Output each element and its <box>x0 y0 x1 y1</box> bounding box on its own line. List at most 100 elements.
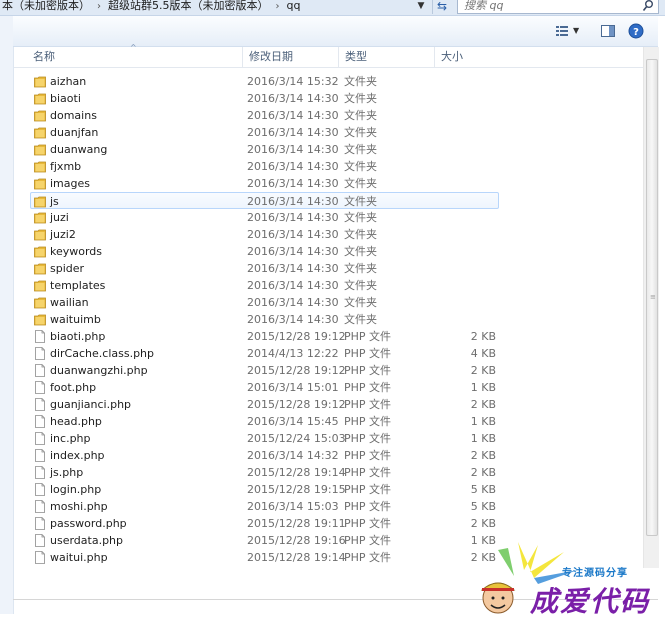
folder-row[interactable]: juzi 2016/3/14 14:30 文件夹 <box>14 209 642 226</box>
file-date: 2016/3/14 14:30 <box>247 211 339 224</box>
file-type: PHP 文件 <box>344 398 392 411</box>
file-list[interactable]: aizhan 2016/3/14 15:32 文件夹 biaoti 2016/3/14 … <box>14 73 642 568</box>
breadcrumb-item-parent[interactable]: 本（未加密版本） <box>2 0 90 13</box>
search-input[interactable] <box>464 0 624 13</box>
breadcrumb-separator[interactable]: › <box>269 0 287 14</box>
views-icon[interactable] <box>554 22 570 40</box>
file-size: 2 KB <box>470 517 496 530</box>
views-dropdown-icon[interactable]: ▼ <box>573 22 583 40</box>
file-size: 2 KB <box>470 466 496 479</box>
php-file-icon <box>34 551 46 564</box>
address-bar[interactable]: 本（未加密版本） › 超级站群5.5版本（未加密版本） › qq ▼ ⇆ <box>0 0 665 16</box>
folder-row[interactable]: keywords 2016/3/14 14:30 文件夹 <box>14 243 642 260</box>
file-row[interactable]: guanjianci.php 2015/12/28 19:12 PHP 文件 2 KB <box>14 396 642 413</box>
file-type: PHP 文件 <box>344 551 392 564</box>
breadcrumb-item-project[interactable]: 超级站群5.5版本（未加密版本） <box>108 0 269 13</box>
column-header-date[interactable]: 修改日期 <box>242 47 338 67</box>
file-name: userdata.php <box>50 534 124 547</box>
file-date: 2016/3/14 14:30 <box>247 245 339 258</box>
file-row[interactable]: duanwangzhi.php 2015/12/28 19:12 PHP 文件 2 K… <box>14 362 642 379</box>
folder-row[interactable]: fjxmb 2016/3/14 14:30 文件夹 <box>14 158 642 175</box>
file-name: waitui.php <box>50 551 108 564</box>
file-name: index.php <box>50 449 105 462</box>
file-date: 2016/3/14 14:30 <box>247 160 339 173</box>
column-header-type[interactable]: 类型 <box>338 47 434 67</box>
file-type: 文件夹 <box>344 262 377 275</box>
file-date: 2016/3/14 14:30 <box>247 296 339 309</box>
folder-row[interactable]: js 2016/3/14 14:30 文件夹 <box>30 192 499 209</box>
file-name: wailian <box>50 296 89 309</box>
file-type: PHP 文件 <box>344 449 392 462</box>
scrollbar-thumb[interactable]: ≡ <box>646 59 658 536</box>
column-header-size[interactable]: 大小 <box>434 47 514 67</box>
file-size: 2 KB <box>470 364 496 377</box>
folder-row[interactable]: juzi2 2016/3/14 14:30 文件夹 <box>14 226 642 243</box>
folder-row[interactable]: biaoti 2016/3/14 14:30 文件夹 <box>14 90 642 107</box>
file-date: 2016/3/14 15:32 <box>247 75 339 88</box>
php-file-icon <box>34 517 46 530</box>
folder-row[interactable]: spider 2016/3/14 14:30 文件夹 <box>14 260 642 277</box>
file-row[interactable]: biaoti.php 2015/12/28 19:12 PHP 文件 2 KB <box>14 328 642 345</box>
file-row[interactable]: login.php 2015/12/28 19:15 PHP 文件 5 KB <box>14 481 642 498</box>
folder-icon <box>34 109 46 122</box>
file-row[interactable]: head.php 2016/3/14 15:45 PHP 文件 1 KB <box>14 413 642 430</box>
vertical-scrollbar[interactable]: ≡ <box>643 47 659 568</box>
file-type: PHP 文件 <box>344 330 392 343</box>
php-file-icon <box>34 483 46 496</box>
folder-icon <box>34 195 46 208</box>
file-row[interactable]: inc.php 2015/12/24 15:03 PHP 文件 1 KB <box>14 430 642 447</box>
folder-icon <box>34 245 46 258</box>
help-icon[interactable]: ? <box>628 22 644 40</box>
file-type: PHP 文件 <box>344 415 392 428</box>
folder-row[interactable]: duanjfan 2016/3/14 14:30 文件夹 <box>14 124 642 141</box>
svg-text:?: ? <box>633 27 639 38</box>
file-row[interactable]: dirCache.class.php 2014/4/13 12:22 PHP 文件 4… <box>14 345 642 362</box>
file-size: 4 KB <box>470 347 496 360</box>
search-icon[interactable] <box>642 0 654 13</box>
folder-icon <box>34 126 46 139</box>
php-file-icon <box>34 466 46 479</box>
scrollbar-grip-icon: ≡ <box>650 293 656 301</box>
file-name: biaoti <box>50 92 81 105</box>
file-row[interactable]: moshi.php 2016/3/14 15:03 PHP 文件 5 KB <box>14 498 642 515</box>
file-type: PHP 文件 <box>344 534 392 547</box>
breadcrumb-separator[interactable]: › <box>90 0 108 14</box>
folder-row[interactable]: domains 2016/3/14 14:30 文件夹 <box>14 107 642 124</box>
breadcrumb-item-current[interactable]: qq <box>287 0 301 13</box>
php-file-icon <box>34 432 46 445</box>
file-date: 2016/3/14 15:03 <box>247 500 339 513</box>
folder-icon <box>34 92 46 105</box>
file-type: 文件夹 <box>344 177 377 190</box>
folder-icon <box>34 160 46 173</box>
folder-icon <box>34 211 46 224</box>
folder-row[interactable]: templates 2016/3/14 14:30 文件夹 <box>14 277 642 294</box>
file-type: 文件夹 <box>344 160 377 173</box>
file-row[interactable]: index.php 2016/3/14 14:32 PHP 文件 2 KB <box>14 447 642 464</box>
folder-row[interactable]: aizhan 2016/3/14 15:32 文件夹 <box>14 73 642 90</box>
file-row[interactable]: foot.php 2016/3/14 15:01 PHP 文件 1 KB <box>14 379 642 396</box>
php-file-icon <box>34 347 46 360</box>
refresh-icon[interactable]: ⇆ <box>432 0 451 14</box>
file-name: keywords <box>50 245 103 258</box>
file-name: images <box>50 177 90 190</box>
sort-ascending-icon: ^ <box>130 43 137 52</box>
breadcrumb[interactable]: 本（未加密版本） › 超级站群5.5版本（未加密版本） › qq <box>2 0 300 13</box>
column-header-name[interactable]: 名称 <box>14 47 242 67</box>
file-type: 文件夹 <box>344 75 377 88</box>
search-box[interactable] <box>457 0 659 14</box>
address-dropdown-icon[interactable]: ▼ <box>414 0 428 14</box>
file-type: 文件夹 <box>344 228 377 241</box>
folder-row[interactable]: images 2016/3/14 14:30 文件夹 <box>14 175 642 192</box>
file-name: biaoti.php <box>50 330 106 343</box>
folder-icon <box>34 228 46 241</box>
folder-row[interactable]: waituimb 2016/3/14 14:30 文件夹 <box>14 311 642 328</box>
php-file-icon <box>34 534 46 547</box>
folder-row[interactable]: wailian 2016/3/14 14:30 文件夹 <box>14 294 642 311</box>
file-row[interactable]: password.php 2015/12/28 19:11 PHP 文件 2 KB <box>14 515 642 532</box>
preview-pane-icon[interactable] <box>600 22 616 40</box>
file-row[interactable]: js.php 2015/12/28 19:14 PHP 文件 2 KB <box>14 464 642 481</box>
file-name: juzi <box>50 211 69 224</box>
file-size: 5 KB <box>470 483 496 496</box>
folder-row[interactable]: duanwang 2016/3/14 14:30 文件夹 <box>14 141 642 158</box>
folder-icon <box>34 143 46 156</box>
